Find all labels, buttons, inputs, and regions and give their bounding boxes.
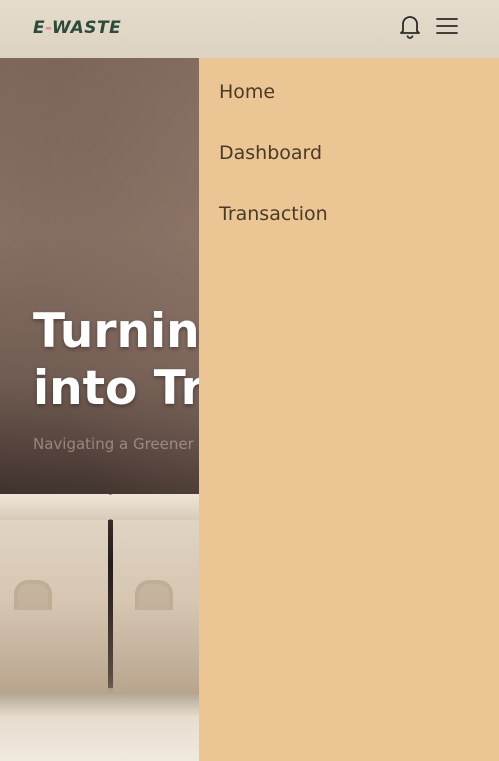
- side-menu-drawer: Home Dashboard Transaction: [199, 58, 499, 761]
- top-navbar: E-WASTE: [0, 0, 499, 58]
- menu-item-dashboard[interactable]: Dashboard: [219, 141, 322, 165]
- logo-dash: -: [45, 18, 52, 38]
- trash-bin-lid: [109, 494, 203, 520]
- menu-item-transaction[interactable]: Transaction: [219, 202, 328, 226]
- trash-bin-handle: [135, 580, 173, 610]
- trash-bin-lid: [0, 494, 112, 520]
- app-logo[interactable]: E-WASTE: [33, 16, 121, 40]
- trash-bin-handle: [14, 580, 52, 610]
- bell-icon[interactable]: [398, 13, 422, 39]
- logo-suffix: WASTE: [51, 18, 122, 38]
- hamburger-menu-icon[interactable]: [435, 15, 459, 37]
- logo-prefix: E: [33, 18, 46, 38]
- menu-item-home[interactable]: Home: [219, 80, 275, 104]
